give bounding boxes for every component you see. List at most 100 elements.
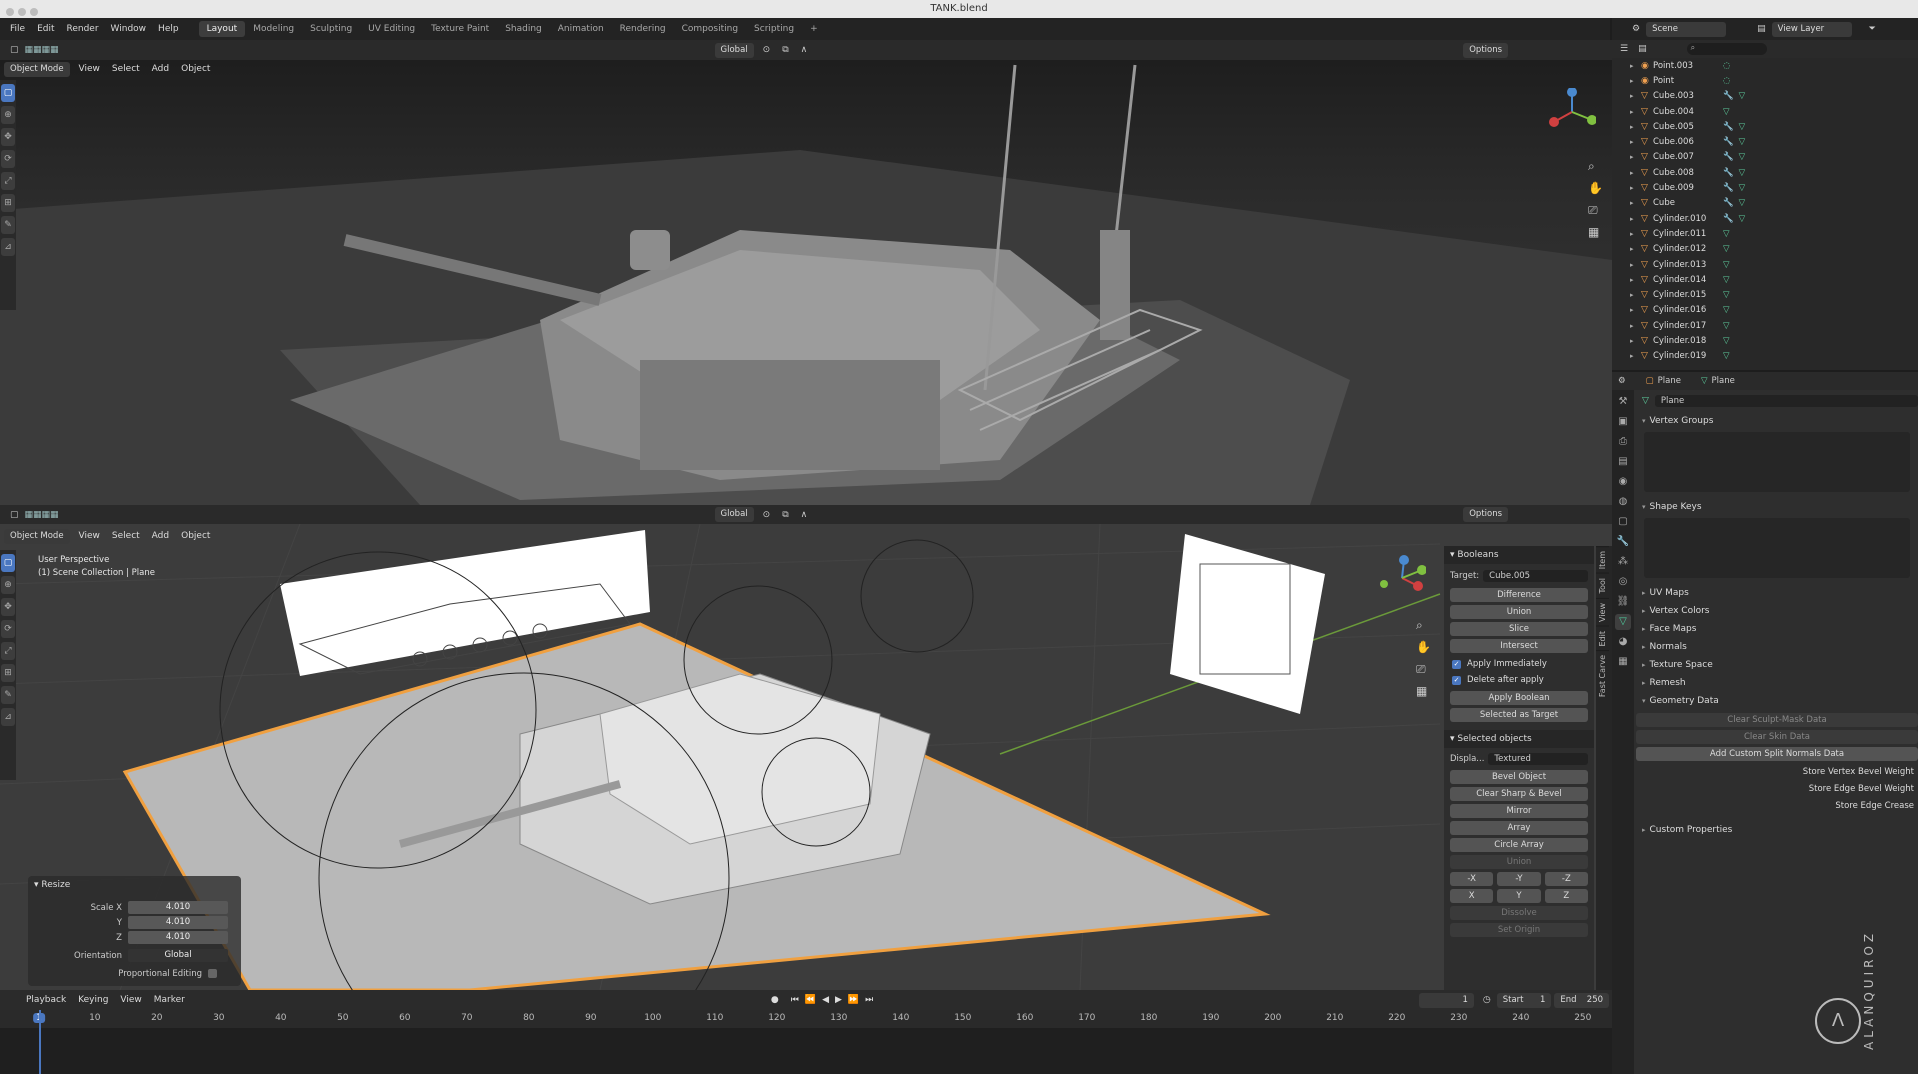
- outliner-item[interactable]: ▸ ▽ Cylinder.019 ▽: [1630, 349, 1918, 364]
- mesh-data-icon[interactable]: ▽: [1739, 198, 1746, 208]
- expand-icon[interactable]: ▸: [1630, 138, 1638, 146]
- mesh-data-icon[interactable]: ▽: [1723, 336, 1730, 346]
- mirror-neg-x-button[interactable]: -X: [1450, 872, 1494, 886]
- select-mode-icons-2[interactable]: ▦▦▦▦: [25, 510, 59, 520]
- move-icon-2[interactable]: ✥: [1, 598, 15, 616]
- mesh-data-icon[interactable]: ▽: [1723, 351, 1730, 361]
- snap-icon[interactable]: ⧉: [782, 45, 788, 55]
- properties-editor-icon[interactable]: ⚙: [1618, 376, 1626, 386]
- options-button-2[interactable]: Options: [1463, 507, 1509, 522]
- menu-render[interactable]: Render: [61, 24, 105, 34]
- mesh-data-tab-icon[interactable]: ▽: [1615, 614, 1631, 630]
- delete-after-apply-checkbox[interactable]: ✓ Delete after apply: [1452, 675, 1586, 685]
- viewport2-menu-object[interactable]: Object: [175, 531, 216, 541]
- modifier-icon[interactable]: 🔧: [1723, 198, 1734, 208]
- expand-icon[interactable]: ▸: [1630, 352, 1638, 360]
- measure-icon-2[interactable]: ⊿: [1, 708, 15, 726]
- mesh-data-icon[interactable]: ▽: [1739, 168, 1746, 178]
- scene-selector[interactable]: Scene: [1646, 21, 1727, 37]
- mirror-x-button[interactable]: X: [1450, 889, 1494, 903]
- select-tool-icon[interactable]: ▢: [10, 45, 19, 55]
- mesh-data-icon[interactable]: ▽: [1739, 91, 1746, 101]
- mesh-data-icon[interactable]: ▽: [1739, 214, 1746, 224]
- grid-icon-2[interactable]: ▦: [1416, 680, 1431, 702]
- clear-sculpt-mask-button[interactable]: Clear Sculpt-Mask Data: [1636, 713, 1918, 727]
- tab-fast-carve[interactable]: Fast Carve: [1596, 650, 1609, 702]
- pan-hand-icon[interactable]: ✋: [1588, 177, 1603, 199]
- circle-array-button[interactable]: Circle Array: [1450, 838, 1588, 852]
- modifier-icon[interactable]: 🔧: [1723, 152, 1734, 162]
- viewport2-menu-add[interactable]: Add: [146, 531, 175, 541]
- scale-y-field[interactable]: 4.010: [128, 916, 228, 929]
- material-tab-icon[interactable]: ◕: [1615, 634, 1631, 650]
- play-icon[interactable]: ▶: [835, 995, 842, 1005]
- orientation-selector[interactable]: Global: [128, 949, 228, 962]
- outliner-item[interactable]: ▸ ▽ Cube.008 🔧 ▽: [1630, 165, 1918, 180]
- current-frame-field[interactable]: 1: [1419, 992, 1474, 1008]
- tab-view[interactable]: View: [1596, 597, 1609, 626]
- modifier-icon[interactable]: 🔧: [1723, 183, 1734, 193]
- viewport2-nav-controls[interactable]: ⌕ ✋ ⎚ ▦: [1416, 614, 1431, 702]
- mirror-z-button[interactable]: Z: [1544, 889, 1588, 903]
- options-button[interactable]: Options: [1463, 42, 1509, 58]
- tab-layout[interactable]: Layout: [198, 21, 246, 37]
- filter-icon[interactable]: ⏷: [1869, 24, 1876, 34]
- world-tab-icon[interactable]: ◍: [1615, 494, 1631, 510]
- mesh-data-icon[interactable]: ▽: [1723, 260, 1730, 270]
- outliner-item[interactable]: ▸ ▽ Cube.007 🔧 ▽: [1630, 150, 1918, 165]
- outliner-item[interactable]: ▸ ▽ Cube.003 🔧 ▽: [1630, 89, 1918, 104]
- object-mode-selector[interactable]: Object Mode: [4, 61, 70, 77]
- scale-z-field[interactable]: 4.010: [128, 931, 228, 944]
- light-data-icon[interactable]: ◌: [1723, 76, 1730, 86]
- zoom-icon[interactable]: ⌕: [1588, 155, 1603, 177]
- apply-boolean-button[interactable]: Apply Boolean: [1450, 691, 1588, 705]
- view-layer-tab-icon[interactable]: ▤: [1615, 454, 1631, 470]
- expand-icon[interactable]: ▸: [1630, 245, 1638, 253]
- menu-file[interactable]: File: [4, 24, 31, 34]
- mirror-button[interactable]: Mirror: [1450, 804, 1588, 818]
- tab-sculpting[interactable]: Sculpting: [302, 21, 360, 37]
- tab-animation[interactable]: Animation: [550, 21, 612, 37]
- menu-keying[interactable]: Keying: [72, 995, 114, 1005]
- menu-marker[interactable]: Marker: [148, 995, 191, 1005]
- array-button[interactable]: Array: [1450, 821, 1588, 835]
- mesh-data-icon[interactable]: ▽: [1723, 305, 1730, 315]
- selected-as-target-button[interactable]: Selected as Target: [1450, 708, 1588, 722]
- expand-icon[interactable]: ▸: [1630, 337, 1638, 345]
- viewport1-nav-controls[interactable]: ⌕ ✋ ⎚ ▦: [1588, 155, 1603, 243]
- mesh-data-icon[interactable]: ▽: [1723, 229, 1730, 239]
- outliner-editor-icon[interactable]: ☰: [1620, 44, 1628, 54]
- timeline-body[interactable]: [0, 1010, 1612, 1074]
- outliner-item[interactable]: ▸ ▽ Cylinder.018 ▽: [1630, 333, 1918, 348]
- viewport-rendered[interactable]: ⌕ ✋ ⎚ ▦: [0, 60, 1612, 505]
- expand-icon[interactable]: ▸: [1630, 276, 1638, 284]
- tab-rendering[interactable]: Rendering: [612, 21, 674, 37]
- measure-icon[interactable]: ⊿: [1, 238, 15, 256]
- expand-icon[interactable]: ▸: [1630, 123, 1638, 131]
- outliner-item[interactable]: ▸ ◉ Point ◌: [1630, 73, 1918, 88]
- output-tab-icon[interactable]: ⎙: [1615, 434, 1631, 450]
- vertex-colors-section[interactable]: ▸ Vertex Colors: [1636, 602, 1918, 620]
- proportional-editing-checkbox[interactable]: [208, 969, 217, 978]
- menu-help[interactable]: Help: [152, 24, 185, 34]
- outliner-item[interactable]: ▸ ▽ Cube.004 ▽: [1630, 104, 1918, 119]
- frame-ruler[interactable]: 1102030405060708090100110120130140150160…: [0, 1010, 1612, 1028]
- outliner-item[interactable]: ▸ ▽ Cube.005 🔧 ▽: [1630, 119, 1918, 134]
- particles-tab-icon[interactable]: ⁂: [1615, 554, 1631, 570]
- add-workspace-button[interactable]: +: [802, 21, 826, 37]
- annotate-icon[interactable]: ✎: [1, 216, 15, 234]
- viewport1-menu-object[interactable]: Object: [175, 64, 216, 74]
- proportional-icon-2[interactable]: ∧: [801, 510, 808, 520]
- object-tab-icon[interactable]: ▢: [1615, 514, 1631, 530]
- tab-item[interactable]: Item: [1596, 546, 1609, 574]
- render-tab-icon[interactable]: ▣: [1615, 414, 1631, 430]
- outliner-item[interactable]: ▸ ▽ Cube.009 🔧 ▽: [1630, 180, 1918, 195]
- tab-scripting[interactable]: Scripting: [746, 21, 802, 37]
- tab-modeling[interactable]: Modeling: [245, 21, 302, 37]
- scale-icon-2[interactable]: ⤢: [1, 642, 15, 660]
- camera-icon-2[interactable]: ⎚: [1416, 658, 1431, 680]
- proportional-icon[interactable]: ∧: [801, 45, 808, 55]
- mesh-data-icon[interactable]: ▽: [1723, 321, 1730, 331]
- modifier-icon[interactable]: 🔧: [1723, 214, 1734, 224]
- playhead[interactable]: [39, 1010, 41, 1074]
